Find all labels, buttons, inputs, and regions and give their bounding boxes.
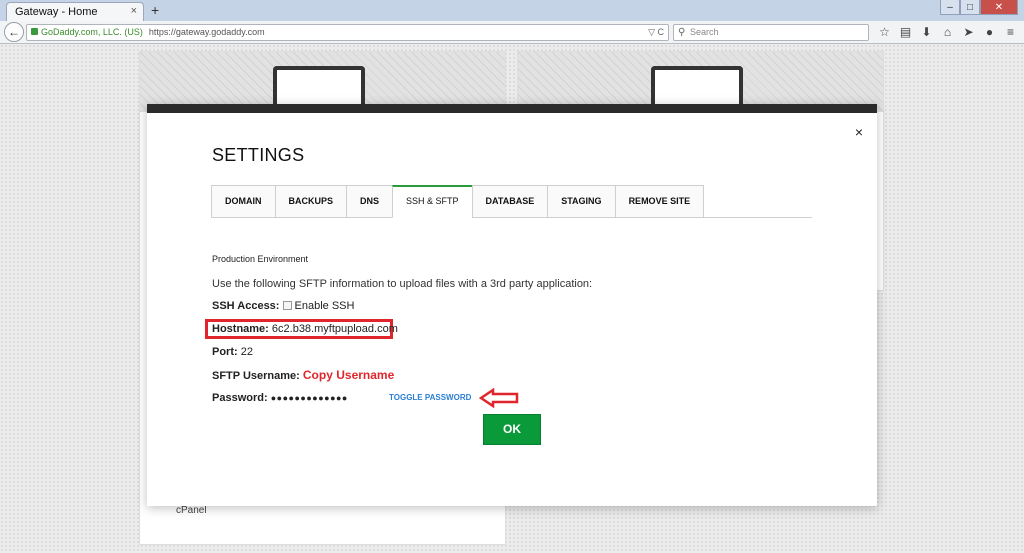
ssh-access-label: SSH Access: <box>212 300 280 312</box>
tab-close-icon[interactable]: × <box>131 5 137 17</box>
browser-navbar: ← GoDaddy.com, LLC. (US) https://gateway.… <box>0 21 1024 44</box>
chat-icon[interactable]: ● <box>981 24 998 41</box>
sftp-username-row: SFTP Username: Copy Username <box>212 368 394 382</box>
settings-modal: × SETTINGS DOMAIN BACKUPS DNS SSH & SFTP… <box>147 104 877 506</box>
toggle-password-link[interactable]: TOGGLE PASSWORD <box>389 393 471 402</box>
bookmark-star-icon[interactable]: ☆ <box>876 24 893 41</box>
close-icon[interactable]: × <box>855 124 863 140</box>
search-placeholder: Search <box>690 27 719 37</box>
enable-ssh-label[interactable]: Enable SSH <box>295 300 355 312</box>
hostname-row: Hostname: 6c2.b38.myftpupload.com <box>212 323 398 335</box>
site-identity[interactable]: GoDaddy.com, LLC. (US) <box>41 27 143 37</box>
url-text: https://gateway.godaddy.com <box>148 27 265 37</box>
tab-domain[interactable]: DOMAIN <box>211 185 275 218</box>
environment-label: Production Environment <box>212 254 309 264</box>
window-controls: – □ ✕ <box>940 0 1018 15</box>
reload-icon[interactable]: ▽ C <box>648 25 664 40</box>
tab-ssh-sftp[interactable]: SSH & SFTP <box>392 185 472 218</box>
maximize-button[interactable]: □ <box>960 0 980 15</box>
hostname-value: 6c2.b38.myftpupload.com <box>271 323 398 335</box>
lock-icon <box>31 28 38 35</box>
password-value: ●●●●●●●●●●●●● <box>270 393 348 403</box>
tab-staging[interactable]: STAGING <box>547 185 615 218</box>
intro-text: Use the following SFTP information to up… <box>212 278 593 290</box>
home-icon[interactable]: ⌂ <box>939 24 956 41</box>
minimize-button[interactable]: – <box>940 0 960 15</box>
back-button[interactable]: ← <box>4 22 24 42</box>
close-window-button[interactable]: ✕ <box>980 0 1018 15</box>
cpanel-label[interactable]: cPanel <box>176 505 207 516</box>
search-icon: ⚲ <box>678 27 686 38</box>
ssh-access-row: SSH Access: Enable SSH <box>212 300 354 312</box>
settings-tabs: DOMAIN BACKUPS DNS SSH & SFTP DATABASE S… <box>211 185 812 218</box>
menu-icon[interactable]: ≡ <box>1002 24 1019 41</box>
tab-database[interactable]: DATABASE <box>471 185 548 218</box>
download-icon[interactable]: ⬇ <box>918 24 935 41</box>
address-bar[interactable]: GoDaddy.com, LLC. (US) https://gateway.go… <box>26 24 669 41</box>
reading-list-icon[interactable]: ▤ <box>897 24 914 41</box>
sftp-username-value: Copy Username <box>302 368 395 382</box>
password-label: Password: <box>212 392 268 404</box>
toolbar-icons: ☆ ▤ ⬇ ⌂ ➤ ● ≡ <box>876 24 1019 41</box>
tab-backups[interactable]: BACKUPS <box>274 185 347 218</box>
ok-button[interactable]: OK <box>483 414 541 445</box>
search-input[interactable]: ⚲ Search <box>673 24 869 41</box>
port-value: 22 <box>240 346 253 358</box>
browser-tab[interactable]: Gateway - Home × <box>6 2 144 21</box>
sftp-username-label: SFTP Username: <box>212 370 300 382</box>
password-row: Password: ●●●●●●●●●●●●● <box>212 392 348 404</box>
hostname-label: Hostname: <box>212 323 269 335</box>
enable-ssh-checkbox[interactable] <box>282 301 292 310</box>
port-row: Port: 22 <box>212 346 253 358</box>
tab-remove-site[interactable]: REMOVE SITE <box>614 185 705 218</box>
back-arrow-icon: ← <box>8 25 20 39</box>
send-icon[interactable]: ➤ <box>960 24 977 41</box>
tab-dns[interactable]: DNS <box>346 185 393 218</box>
modal-topbar <box>147 104 877 113</box>
modal-title: SETTINGS <box>212 145 305 165</box>
port-label: Port: <box>212 346 238 358</box>
red-arrow-icon <box>479 388 519 408</box>
tab-title: Gateway - Home <box>15 6 98 18</box>
browser-titlebar: Gateway - Home × + – □ ✕ <box>0 0 1024 21</box>
new-tab-button[interactable]: + <box>151 2 159 18</box>
